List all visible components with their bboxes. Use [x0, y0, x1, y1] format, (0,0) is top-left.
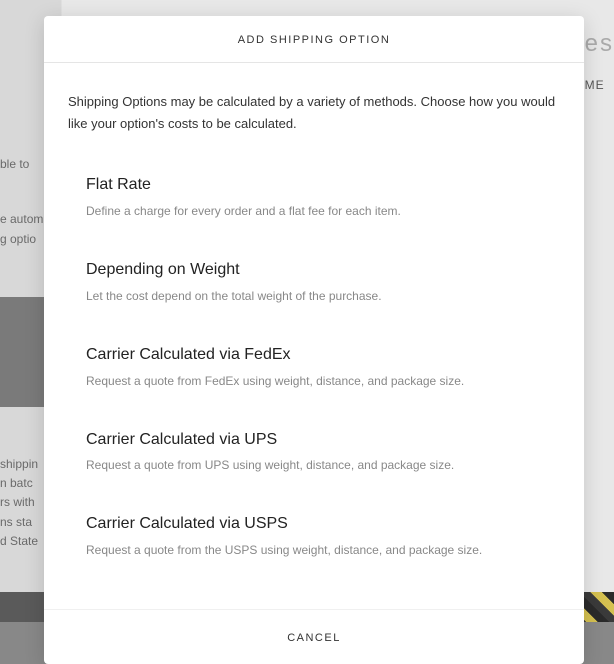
modal-title: ADD SHIPPING OPTION	[44, 34, 584, 46]
option-carrier-usps[interactable]: Carrier Calculated via USPS Request a qu…	[86, 514, 560, 559]
option-description: Define a charge for every order and a fl…	[86, 202, 560, 220]
backdrop-text-fragment: e autom	[0, 210, 44, 229]
option-description: Request a quote from the USPS using weig…	[86, 541, 560, 559]
option-carrier-ups[interactable]: Carrier Calculated via UPS Request a quo…	[86, 430, 560, 475]
modal-footer: CANCEL	[44, 609, 584, 664]
backdrop-text-fragment: ME	[585, 78, 614, 92]
option-title: Depending on Weight	[86, 260, 560, 281]
backdrop-text-fragment: es	[585, 30, 614, 58]
option-title: Flat Rate	[86, 175, 560, 196]
shipping-option-list: Flat Rate Define a charge for every orde…	[68, 175, 560, 559]
option-description: Request a quote from UPS using weight, d…	[86, 456, 560, 474]
option-title: Carrier Calculated via FedEx	[86, 345, 560, 366]
option-depending-on-weight[interactable]: Depending on Weight Let the cost depend …	[86, 260, 560, 305]
option-description: Request a quote from FedEx using weight,…	[86, 372, 560, 390]
option-description: Let the cost depend on the total weight …	[86, 287, 560, 305]
modal-header: ADD SHIPPING OPTION	[44, 16, 584, 63]
option-carrier-fedex[interactable]: Carrier Calculated via FedEx Request a q…	[86, 345, 560, 390]
backdrop-text-fragment: ble to	[0, 155, 44, 174]
cancel-button[interactable]: CANCEL	[287, 632, 341, 644]
add-shipping-option-modal: ADD SHIPPING OPTION Shipping Options may…	[44, 16, 584, 664]
backdrop-text-fragment: shippin n batc rs with ns sta d State	[0, 455, 44, 551]
option-title: Carrier Calculated via USPS	[86, 514, 560, 535]
option-flat-rate[interactable]: Flat Rate Define a charge for every orde…	[86, 175, 560, 220]
modal-intro-text: Shipping Options may be calculated by a …	[68, 91, 560, 135]
modal-body: Shipping Options may be calculated by a …	[44, 63, 584, 609]
backdrop-right-text: es ME	[585, 30, 614, 92]
backdrop-text-fragment: g optio	[0, 230, 44, 249]
option-title: Carrier Calculated via UPS	[86, 430, 560, 451]
